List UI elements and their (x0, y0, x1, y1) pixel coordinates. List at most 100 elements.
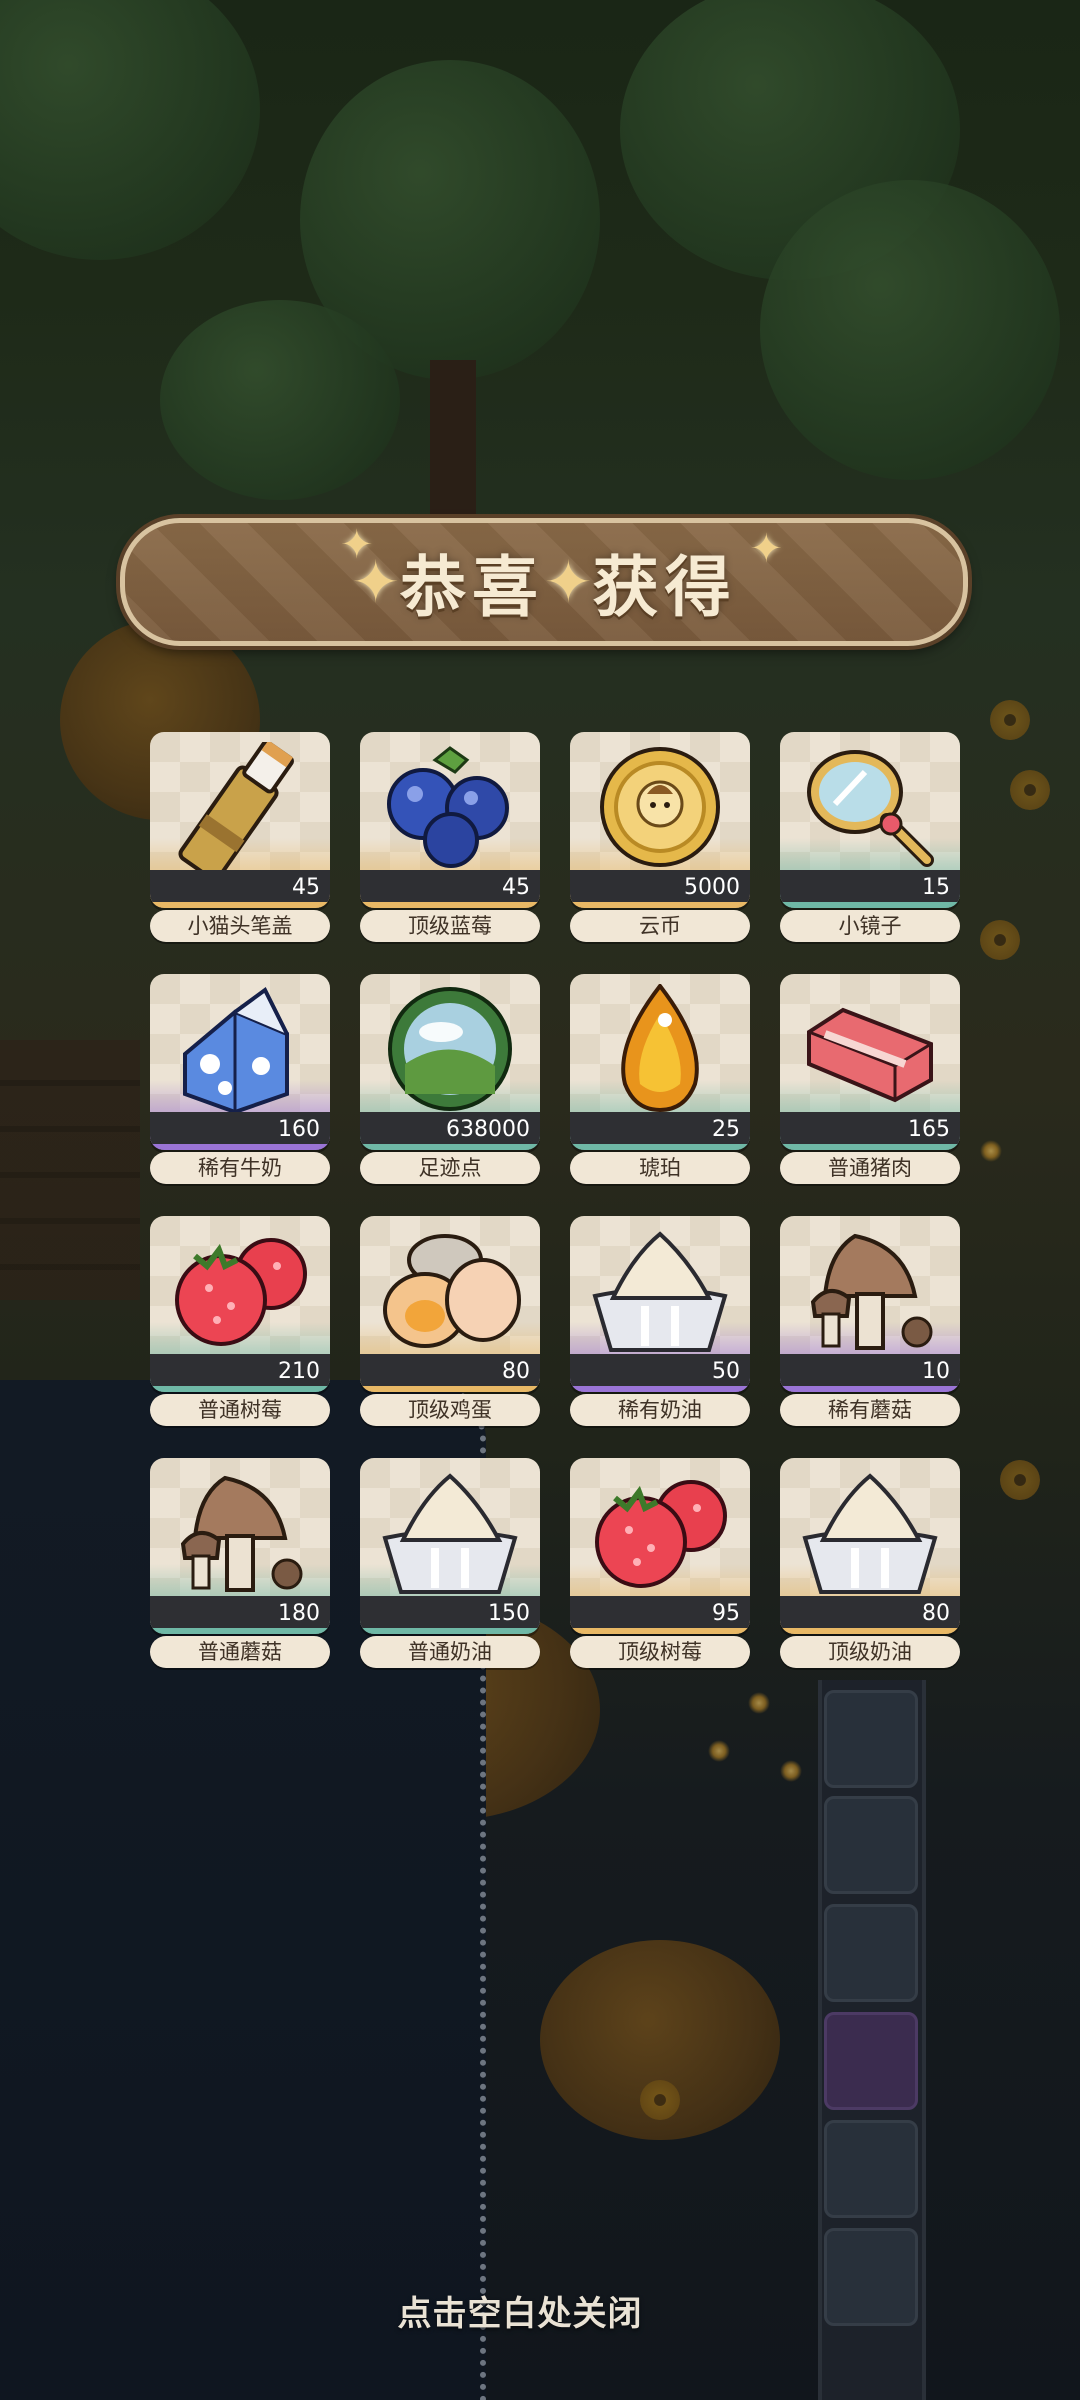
reward-card[interactable]: 80 (360, 1216, 540, 1392)
count-bar: 15 (780, 870, 960, 908)
reward-count: 180 (278, 1601, 320, 1626)
background-firefly (780, 1760, 802, 1782)
reward-count: 45 (502, 875, 530, 900)
close-hint-text[interactable]: 点击空白处关闭 (0, 2286, 1040, 2335)
amber-icon (585, 982, 735, 1114)
reward-count: 25 (712, 1117, 740, 1142)
game-scene[interactable]: ✦ 恭喜 ✦ 获得 ✦ ✦ 45 小猫头笔盖 45 顶级蓝莓 5000 云币 15 小镜子 16… (0, 0, 1080, 2400)
reward-name: 稀有牛奶 (150, 1152, 330, 1184)
reward-card[interactable]: 638000 (360, 974, 540, 1150)
reward-card[interactable]: 180 (150, 1458, 330, 1634)
reward-card[interactable]: 95 (570, 1458, 750, 1634)
reward-card[interactable]: 80 (780, 1458, 960, 1634)
count-bar: 80 (780, 1596, 960, 1634)
mushroom-icon (165, 1468, 315, 1598)
reward-card[interactable]: 45 (150, 732, 330, 908)
background-slot (824, 1690, 918, 1788)
reward-card[interactable]: 160 (150, 974, 330, 1150)
reward-item[interactable]: 150 普通奶油 (360, 1458, 540, 1700)
reward-item[interactable]: 50 稀有奶油 (570, 1216, 750, 1458)
count-bar: 80 (360, 1354, 540, 1392)
reward-grid: 45 小猫头笔盖 45 顶级蓝莓 5000 云币 15 小镜子 160 稀有牛奶 638000 足迹点… (150, 732, 960, 1700)
background-flower (980, 920, 1020, 960)
background-flower (990, 700, 1030, 740)
reward-count: 95 (712, 1601, 740, 1626)
reward-name: 普通猪肉 (780, 1152, 960, 1184)
reward-count: 5000 (684, 875, 740, 900)
reward-item[interactable]: 15 小镜子 (780, 732, 960, 974)
reward-item[interactable]: 210 普通树莓 (150, 1216, 330, 1458)
reward-name: 普通蘑菇 (150, 1636, 330, 1668)
reward-name: 普通树莓 (150, 1394, 330, 1426)
reward-item[interactable]: 45 顶级蓝莓 (360, 732, 540, 974)
reward-name: 顶级鸡蛋 (360, 1394, 540, 1426)
footprint-orb-icon (375, 984, 525, 1114)
reward-item[interactable]: 165 普通猪肉 (780, 974, 960, 1216)
reward-name: 云币 (570, 910, 750, 942)
cream-icon (375, 1468, 525, 1598)
reward-card[interactable]: 45 (360, 732, 540, 908)
background-tree (760, 180, 1060, 480)
mushroom-icon (795, 1226, 945, 1356)
reward-count: 160 (278, 1117, 320, 1142)
background-slot (824, 2120, 918, 2218)
reward-count: 165 (908, 1117, 950, 1142)
reward-item[interactable]: 160 稀有牛奶 (150, 974, 330, 1216)
reward-card[interactable]: 5000 (570, 732, 750, 908)
reward-card[interactable]: 150 (360, 1458, 540, 1634)
count-bar: 150 (360, 1596, 540, 1634)
background-firefly (708, 1740, 730, 1762)
background-flower (1010, 770, 1050, 810)
reward-item[interactable]: 80 顶级奶油 (780, 1458, 960, 1700)
reward-name: 小镜子 (780, 910, 960, 942)
background-tree (0, 0, 260, 260)
count-bar: 5000 (570, 870, 750, 908)
count-bar: 50 (570, 1354, 750, 1392)
background-flower (1000, 1460, 1040, 1500)
reward-title-banner: ✦ 恭喜 ✦ 获得 ✦ ✦ (120, 518, 968, 646)
raspberry-icon (585, 1468, 735, 1598)
reward-name: 稀有奶油 (570, 1394, 750, 1426)
pork-icon (795, 984, 945, 1114)
count-bar: 180 (150, 1596, 330, 1634)
reward-item[interactable]: 5000 云币 (570, 732, 750, 974)
count-bar: 45 (360, 870, 540, 908)
reward-card[interactable]: 165 (780, 974, 960, 1150)
count-bar: 638000 (360, 1112, 540, 1150)
reward-item[interactable]: 10 稀有蘑菇 (780, 1216, 960, 1458)
background-slot (824, 1904, 918, 2002)
eggs-icon (375, 1226, 525, 1356)
reward-item[interactable]: 180 普通蘑菇 (150, 1458, 330, 1700)
reward-card[interactable]: 210 (150, 1216, 330, 1392)
reward-card[interactable]: 50 (570, 1216, 750, 1392)
cream-icon (585, 1226, 735, 1356)
reward-name: 普通奶油 (360, 1636, 540, 1668)
reward-card[interactable]: 25 (570, 974, 750, 1150)
reward-item[interactable]: 45 小猫头笔盖 (150, 732, 330, 974)
reward-name: 琥珀 (570, 1152, 750, 1184)
background-tree (160, 300, 400, 500)
count-bar: 25 (570, 1112, 750, 1150)
raspberry-icon (165, 1226, 315, 1356)
brush-icon (165, 740, 315, 882)
count-bar: 160 (150, 1112, 330, 1150)
background-trunk (430, 360, 476, 520)
reward-count: 638000 (446, 1117, 530, 1142)
reward-count: 50 (712, 1359, 740, 1384)
background-firefly (980, 1140, 1002, 1162)
reward-item[interactable]: 25 琥珀 (570, 974, 750, 1216)
reward-item[interactable]: 95 顶级树莓 (570, 1458, 750, 1700)
reward-item[interactable]: 638000 足迹点 (360, 974, 540, 1216)
reward-count: 210 (278, 1359, 320, 1384)
reward-item[interactable]: 80 顶级鸡蛋 (360, 1216, 540, 1458)
cream-icon (795, 1468, 945, 1598)
sparkle-icon: ✦ (340, 522, 374, 568)
title-text-part1: 恭喜 (400, 549, 544, 626)
reward-card[interactable]: 10 (780, 1216, 960, 1392)
reward-count: 80 (502, 1359, 530, 1384)
reward-card[interactable]: 15 (780, 732, 960, 908)
background-slot (824, 1796, 918, 1894)
reward-name: 顶级奶油 (780, 1636, 960, 1668)
count-bar: 210 (150, 1354, 330, 1392)
count-bar: 45 (150, 870, 330, 908)
